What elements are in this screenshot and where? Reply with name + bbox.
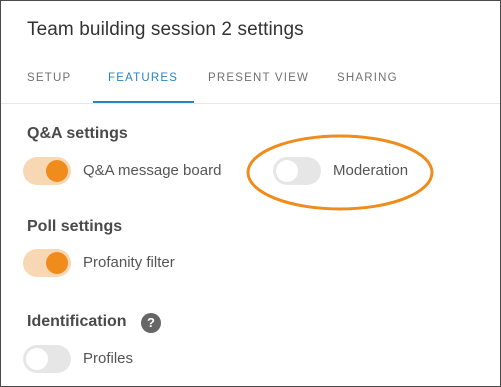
toggle-knob — [46, 160, 68, 182]
profiles-label: Profiles — [83, 350, 134, 367]
dialog-title: Team building session 2 settings — [27, 19, 304, 40]
settings-dialog: Team building session 2 settings SETUP F… — [0, 0, 501, 387]
toggle-knob — [46, 252, 68, 274]
question-circle-icon[interactable]: ? — [141, 313, 161, 333]
tab-bar: SETUP FEATURES PRESENT VIEW SHARING — [1, 61, 500, 104]
qa-message-board-toggle[interactable] — [23, 157, 71, 185]
tab-sharing[interactable]: SHARING — [337, 61, 398, 101]
profanity-filter-toggle[interactable] — [23, 249, 71, 277]
poll-settings-heading: Poll settings — [27, 218, 123, 235]
toggle-knob — [26, 348, 48, 370]
highlight-ellipse-annotation — [246, 134, 434, 211]
qa-message-board-label: Q&A message board — [83, 162, 222, 179]
qa-settings-heading: Q&A settings — [27, 125, 128, 142]
profiles-toggle[interactable] — [23, 345, 71, 373]
identification-heading: Identification — [27, 313, 127, 330]
tab-present-view[interactable]: PRESENT VIEW — [208, 61, 309, 101]
tab-setup[interactable]: SETUP — [27, 61, 71, 101]
tab-features[interactable]: FEATURES — [93, 61, 195, 103]
profanity-filter-label: Profanity filter — [83, 254, 175, 271]
